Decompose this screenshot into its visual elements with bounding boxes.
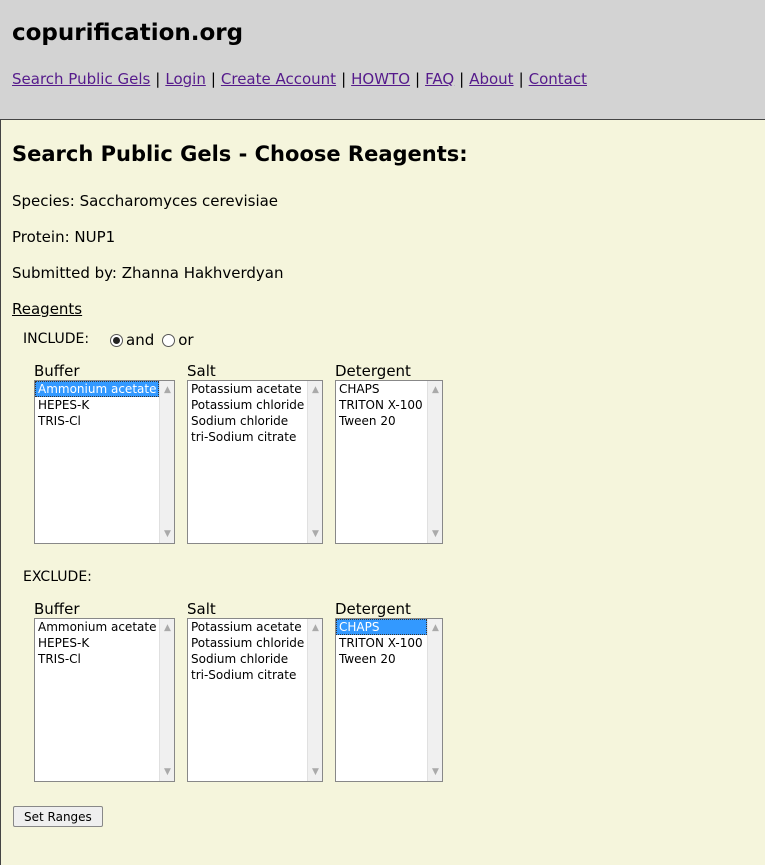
scroll-up-icon[interactable]: ▲ <box>428 621 443 635</box>
nav-separator: | <box>155 70 161 88</box>
exclude-salt-list[interactable]: Potassium acetate Potassium chloride Sodiu… <box>187 618 323 782</box>
nav-about[interactable]: About <box>469 70 513 88</box>
list-option[interactable]: HEPES-K <box>35 635 159 651</box>
list-option[interactable]: Tween 20 <box>336 651 427 667</box>
include-detergent-list[interactable]: CHAPS TRITON X-100 Tween 20 ▲ ▼ <box>335 380 443 544</box>
page-title: Search Public Gels - Choose Reagents: <box>12 142 468 166</box>
species-line: Species: Saccharomyces cerevisiae <box>12 192 278 210</box>
submitted-value: Zhanna Hakhverdyan <box>121 264 284 282</box>
site-title: copurification.org <box>12 20 244 46</box>
include-buffer-label: Buffer <box>34 362 80 380</box>
submitted-label: Submitted by: <box>12 264 117 282</box>
scrollbar[interactable]: ▲ ▼ <box>427 619 442 781</box>
site-header: copurification.org Search Public Gels | Lo… <box>0 0 765 120</box>
scroll-down-icon[interactable]: ▼ <box>308 527 323 541</box>
exclude-buffer-label: Buffer <box>34 600 80 618</box>
nav-faq[interactable]: FAQ <box>425 70 454 88</box>
nav-contact[interactable]: Contact <box>529 70 587 88</box>
nav-search-public-gels[interactable]: Search Public Gels <box>12 70 150 88</box>
protein-line: Protein: NUP1 <box>12 228 115 246</box>
list-option[interactable]: Potassium chloride <box>188 635 307 651</box>
nav-separator: | <box>210 70 216 88</box>
exclude-buffer-list[interactable]: Ammonium acetate HEPES-K TRIS-Cl ▲ ▼ <box>34 618 175 782</box>
nav-login[interactable]: Login <box>165 70 205 88</box>
radio-or-label: or <box>178 331 194 349</box>
list-option[interactable]: CHAPS <box>336 381 427 397</box>
radio-or[interactable] <box>162 333 176 347</box>
scrollbar[interactable]: ▲ ▼ <box>307 381 322 543</box>
list-option[interactable]: Potassium acetate <box>188 619 307 635</box>
scroll-down-icon[interactable]: ▼ <box>308 765 323 779</box>
scroll-down-icon[interactable]: ▼ <box>428 765 443 779</box>
scroll-down-icon[interactable]: ▼ <box>160 527 175 541</box>
nav-separator: | <box>518 70 524 88</box>
list-option[interactable]: Sodium chloride <box>188 651 307 667</box>
scroll-up-icon[interactable]: ▲ <box>160 383 175 397</box>
include-label: INCLUDE: <box>23 331 90 347</box>
protein-value: NUP1 <box>74 228 116 246</box>
list-option[interactable]: Ammonium acetate <box>35 381 159 397</box>
list-option[interactable]: Potassium acetate <box>188 381 307 397</box>
exclude-detergent-label: Detergent <box>335 600 411 618</box>
include-detergent-label: Detergent <box>335 362 411 380</box>
scroll-up-icon[interactable]: ▲ <box>308 621 323 635</box>
list-option[interactable]: Potassium chloride <box>188 397 307 413</box>
scrollbar[interactable]: ▲ ▼ <box>159 619 174 781</box>
scrollbar[interactable]: ▲ ▼ <box>427 381 442 543</box>
nav-separator: | <box>341 70 347 88</box>
protein-label: Protein: <box>12 228 70 246</box>
content-border <box>0 120 1 865</box>
nav-separator: | <box>459 70 465 88</box>
scroll-down-icon[interactable]: ▼ <box>160 765 175 779</box>
exclude-salt-label: Salt <box>187 600 216 618</box>
species-label: Species: <box>12 192 75 210</box>
nav-create-account[interactable]: Create Account <box>221 70 336 88</box>
list-option[interactable]: tri-Sodium citrate <box>188 429 307 445</box>
main-nav: Search Public Gels | Login | Create Account |… <box>12 70 587 88</box>
submitted-line: Submitted by: Zhanna Hakhverdyan <box>12 264 283 282</box>
scroll-up-icon[interactable]: ▲ <box>308 383 323 397</box>
list-option[interactable]: CHAPS <box>336 619 427 635</box>
set-ranges-button[interactable]: Set Ranges <box>13 806 103 827</box>
scroll-down-icon[interactable]: ▼ <box>428 527 443 541</box>
scroll-up-icon[interactable]: ▲ <box>428 383 443 397</box>
list-option[interactable]: Ammonium acetate <box>35 619 159 635</box>
include-mode-group: and or <box>110 331 194 349</box>
include-buffer-list[interactable]: Ammonium acetate HEPES-K TRIS-Cl ▲ ▼ <box>34 380 175 544</box>
nav-howto[interactable]: HOWTO <box>351 70 410 88</box>
nav-separator: | <box>415 70 421 88</box>
list-option[interactable]: TRIS-Cl <box>35 413 159 429</box>
scrollbar[interactable]: ▲ ▼ <box>159 381 174 543</box>
scroll-up-icon[interactable]: ▲ <box>160 621 175 635</box>
radio-and[interactable] <box>110 333 123 347</box>
list-option[interactable]: TRITON X-100 <box>336 635 427 651</box>
include-salt-list[interactable]: Potassium acetate Potassium chloride Sodiu… <box>187 380 323 544</box>
include-salt-label: Salt <box>187 362 216 380</box>
species-value: Saccharomyces cerevisiae <box>79 192 279 210</box>
exclude-detergent-list[interactable]: CHAPS TRITON X-100 Tween 20 ▲ ▼ <box>335 618 443 782</box>
list-option[interactable]: HEPES-K <box>35 397 159 413</box>
exclude-label: EXCLUDE: <box>23 569 92 585</box>
list-option[interactable]: tri-Sodium citrate <box>188 667 307 683</box>
reagents-heading: Reagents <box>12 300 83 318</box>
list-option[interactable]: TRIS-Cl <box>35 651 159 667</box>
list-option[interactable]: TRITON X-100 <box>336 397 427 413</box>
scrollbar[interactable]: ▲ ▼ <box>307 619 322 781</box>
list-option[interactable]: Tween 20 <box>336 413 427 429</box>
radio-and-label: and <box>126 331 155 349</box>
list-option[interactable]: Sodium chloride <box>188 413 307 429</box>
